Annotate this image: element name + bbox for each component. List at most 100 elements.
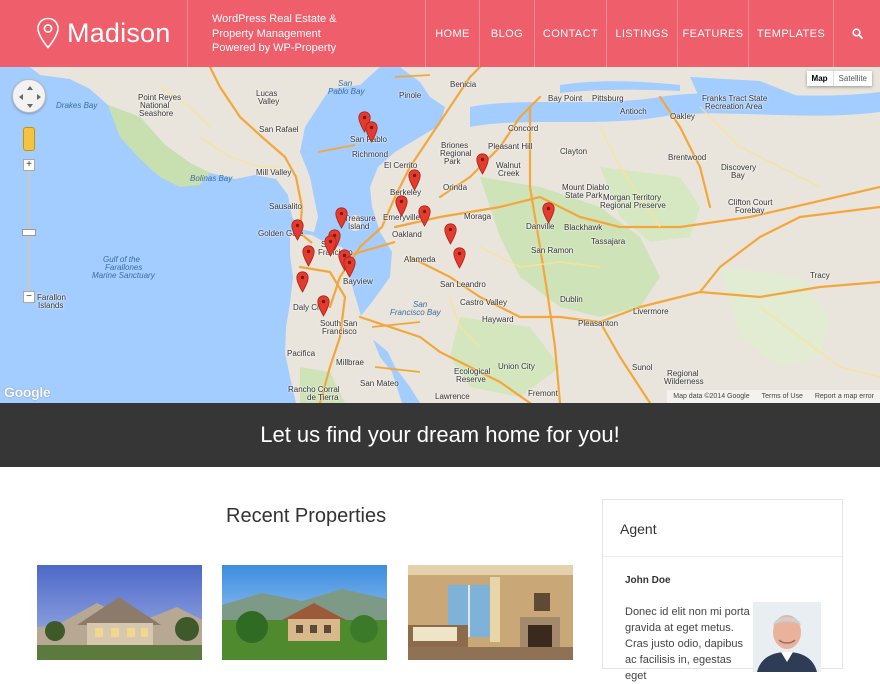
nav-listings[interactable]: LISTINGS [606, 0, 677, 67]
map-marker-pin[interactable] [316, 295, 330, 317]
map-label: Hayward [482, 315, 514, 324]
map-label: Sausalito [269, 202, 302, 211]
google-logo[interactable]: Google [4, 384, 51, 400]
site-tagline: WordPress Real Estate & Property Managem… [212, 12, 372, 56]
zoom-in-button[interactable]: + [23, 159, 35, 171]
property-photo [222, 565, 387, 660]
map-label: Blackhawk [564, 223, 603, 232]
map-label: Castro Valley [460, 298, 507, 307]
map-marker-pin[interactable] [407, 169, 421, 191]
map-label: Island [348, 222, 370, 231]
nav-contact[interactable]: CONTACT [534, 0, 606, 67]
map-label: Livermore [633, 307, 669, 316]
map-type-control: Map Satellite [806, 71, 872, 86]
map-label: San Rafael [259, 125, 299, 134]
agent-name[interactable]: John Doe [625, 575, 671, 586]
map-label: Regional Preserve [600, 201, 666, 210]
map-label: Pablo Bay [328, 87, 365, 96]
logo-text: Madison [67, 17, 171, 48]
map-label: Francisco Bay [390, 308, 441, 317]
map-label: Oakley [670, 112, 695, 121]
map-label: Moraga [464, 212, 492, 221]
site-header: Madison WordPress Real Estate & Property… [0, 0, 880, 67]
recent-properties-heading: Recent Properties [226, 505, 387, 527]
map-label: San Leandro [440, 280, 486, 289]
map-marker-pin[interactable] [475, 153, 489, 175]
nav-templates[interactable]: TEMPLATES [748, 0, 833, 67]
map-type-satellite-button[interactable]: Satellite [832, 71, 872, 86]
map-marker-pin[interactable] [290, 219, 304, 241]
map-marker-pin[interactable] [417, 205, 431, 227]
tagline-line: Powered by WP-Property [212, 42, 337, 54]
map-label: Pinole [399, 91, 422, 100]
map-label: Concord [508, 124, 539, 133]
agent-avatar[interactable] [753, 602, 821, 672]
map-marker-pin[interactable] [295, 271, 309, 293]
nav-blog[interactable]: BLOG [479, 0, 534, 67]
map-label: Mill Valley [256, 168, 292, 177]
nav-features[interactable]: FEATURES [677, 0, 748, 67]
property-card[interactable] [408, 565, 573, 660]
map-label: Pacifica [287, 349, 316, 358]
pan-control[interactable] [12, 79, 46, 113]
street-view-pegman-icon[interactable] [23, 127, 35, 151]
tagline-line: WordPress Real Estate & [212, 13, 337, 25]
map-label: Bay Point [548, 94, 583, 103]
map-data-credit: Map data ©2014 Google [673, 393, 750, 400]
nav-home[interactable]: HOME [425, 0, 479, 67]
map-label: Bayview [343, 277, 373, 286]
map-label: Francisco [322, 327, 357, 336]
map-base [0, 67, 880, 403]
agent-photo [753, 602, 821, 672]
map-label: Oakland [392, 230, 422, 239]
map-label: Fremont [528, 389, 558, 398]
map-marker-pin[interactable] [364, 121, 378, 143]
map-attribution: Map data ©2014 Google Terms of Use Repor… [667, 390, 880, 403]
terms-of-use-link[interactable]: Terms of Use [756, 393, 809, 400]
map-label: San Ramon [531, 246, 574, 255]
zoom-out-button[interactable]: − [23, 291, 35, 303]
nav-search-button[interactable] [833, 0, 880, 67]
property-card[interactable] [222, 565, 387, 660]
property-card[interactable] [37, 565, 202, 660]
map-marker-pin[interactable] [301, 245, 315, 267]
map-label: Sunol [632, 363, 653, 372]
main-nav: HOME BLOG CONTACT LISTINGS FEATURES TEMP… [425, 0, 880, 67]
map-label: Orinda [443, 183, 468, 192]
map-marker-pin[interactable] [541, 202, 555, 224]
map-label: de Tierra [307, 393, 339, 402]
agent-widget: Agent John Doe Donec id elit non mi port… [602, 499, 843, 682]
map-label: Pleasanton [578, 319, 619, 328]
map-label: Union City [498, 362, 535, 371]
map-marker-icon [37, 17, 59, 49]
agent-heading: Agent [603, 500, 842, 557]
map-label: Wilderness [664, 377, 704, 386]
map-marker-pin[interactable] [334, 207, 348, 229]
map-label: Park [444, 157, 461, 166]
report-map-error-link[interactable]: Report a map error [809, 393, 880, 400]
map-label: Recreation Area [705, 102, 763, 111]
map-label: San Mateo [360, 379, 399, 388]
map-label: Tassajara [591, 237, 626, 246]
map-label: Pittsburg [592, 94, 624, 103]
map-label: Dublin [560, 295, 583, 304]
map-marker-pin[interactable] [323, 235, 337, 257]
map-label: Tracy [810, 271, 830, 280]
map-label: Bolinas Bay [190, 174, 233, 183]
map-label: State Park [565, 191, 603, 200]
map-marker-pin[interactable] [443, 223, 457, 245]
map-marker-pin[interactable] [394, 195, 408, 217]
search-icon [851, 28, 863, 39]
site-logo[interactable]: Madison [36, 17, 170, 49]
map-marker-pin[interactable] [452, 247, 466, 269]
map-marker-pin[interactable] [342, 256, 356, 278]
map-label: Antioch [620, 107, 647, 116]
zoom-slider-handle[interactable] [22, 229, 36, 236]
map-label: Seashore [139, 109, 174, 118]
map-type-map-button[interactable]: Map [807, 71, 833, 86]
map-label: Brentwood [668, 153, 707, 162]
map-label: Drakes Bay [56, 101, 98, 110]
property-photo [37, 565, 202, 660]
property-photo [408, 565, 573, 660]
listings-map[interactable]: Drakes Bay Point Reyes National Seashore… [0, 67, 880, 403]
